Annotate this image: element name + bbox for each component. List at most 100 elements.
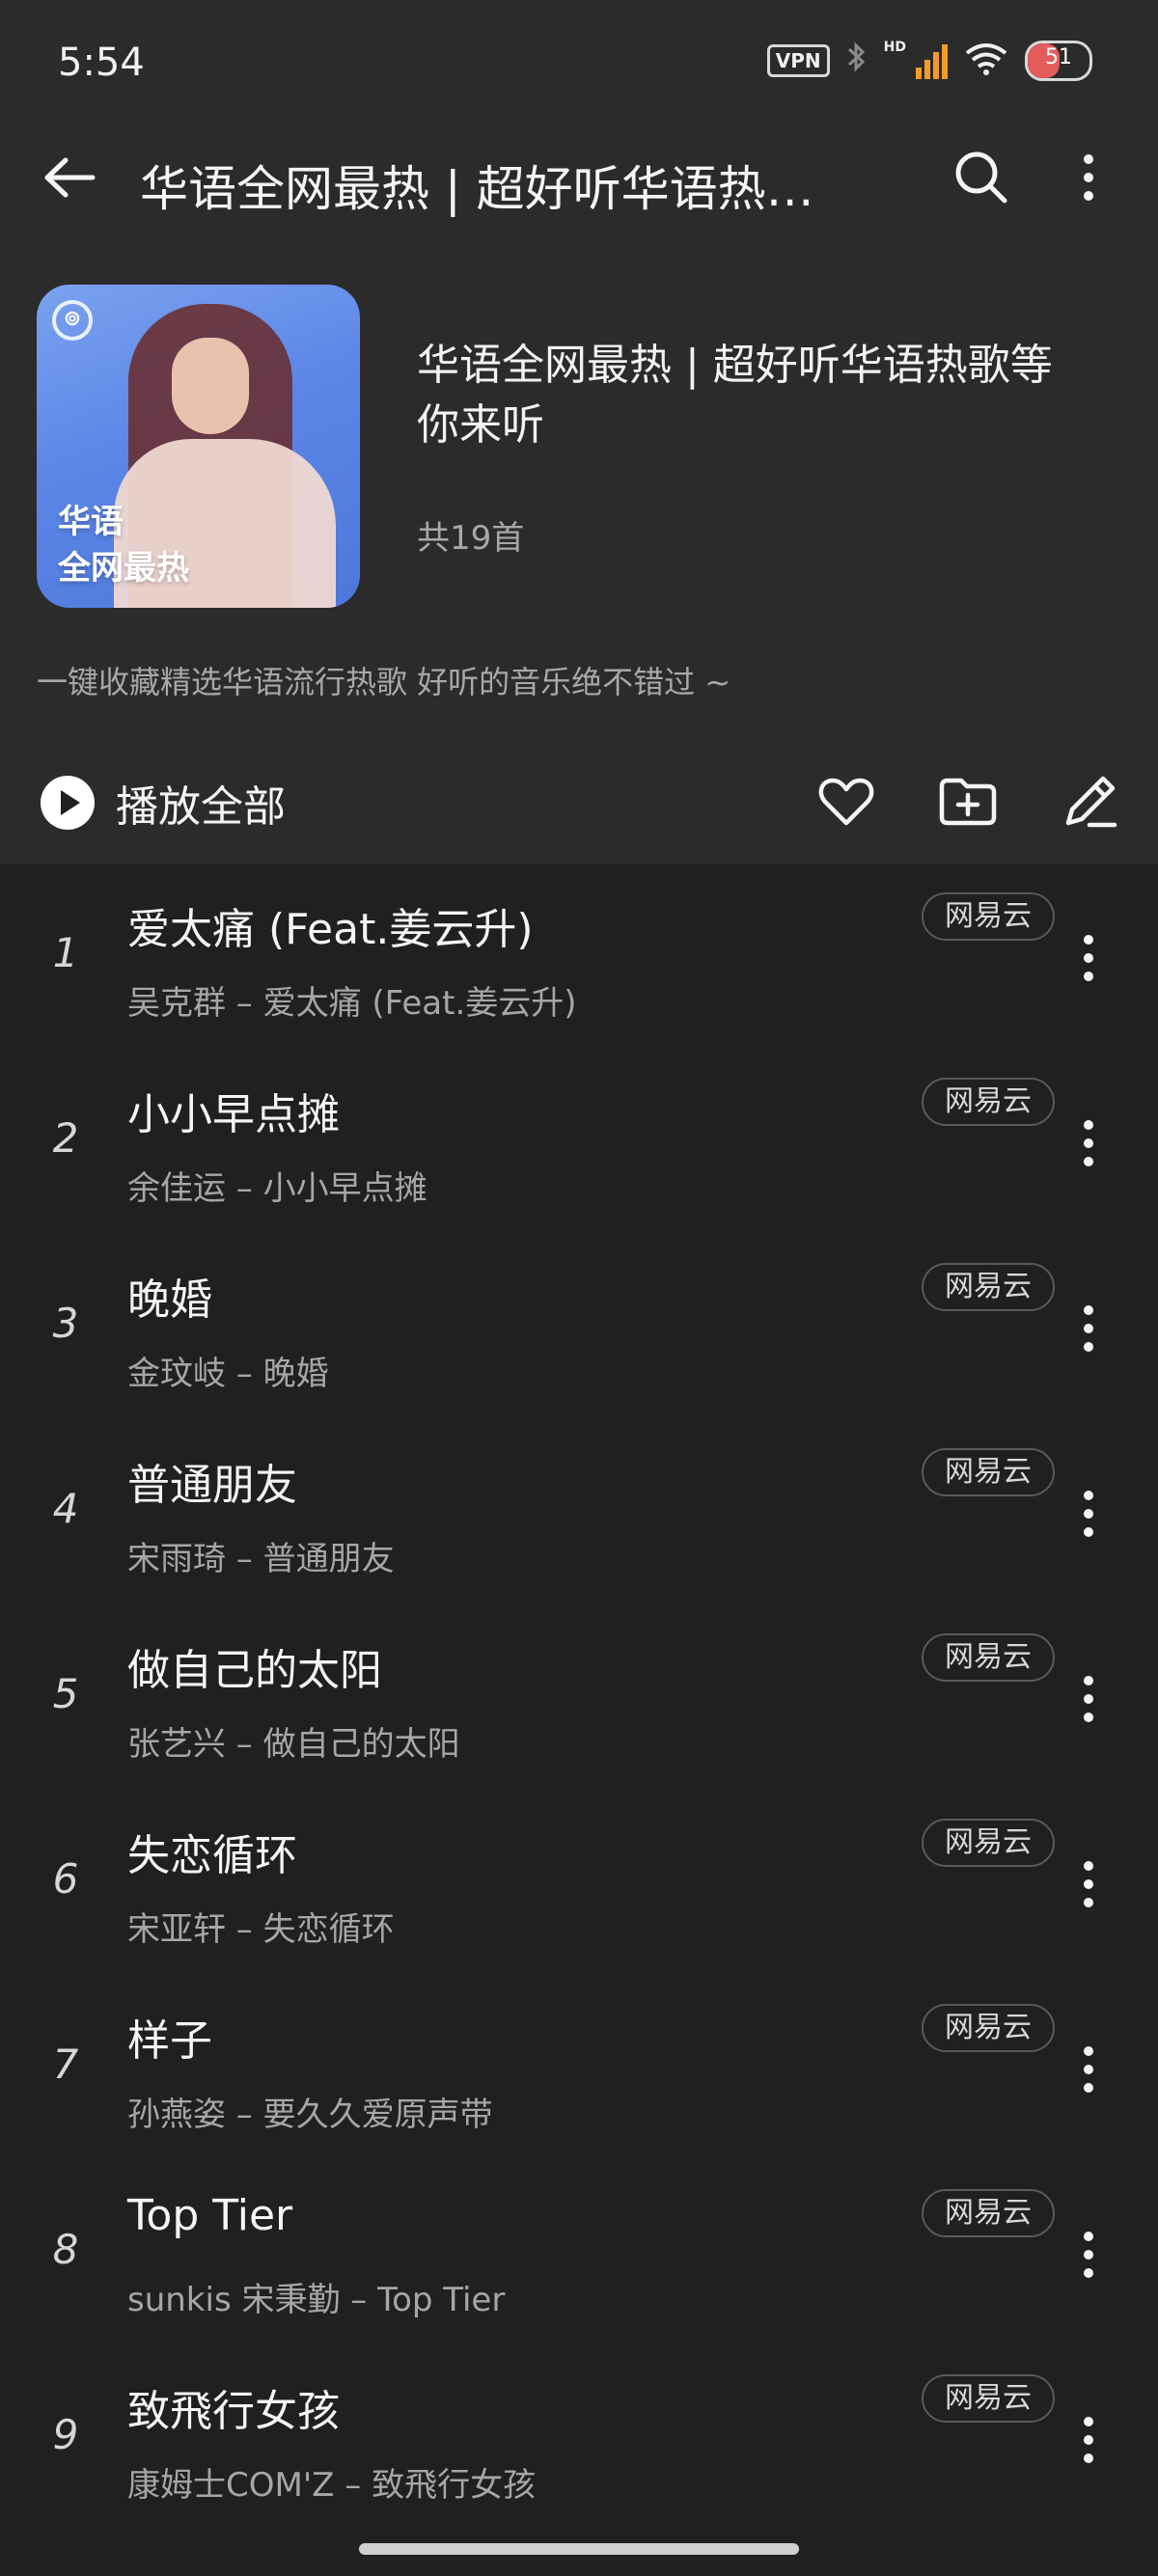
song-row[interactable]: 9 致飛行女孩 康姆士COM'Z – 致飛行女孩 网易云 <box>0 2345 1158 2531</box>
play-all-label: 播放全部 <box>116 782 286 832</box>
playlist-title: 华语全网最热 | 超好听华语热歌等你来听 <box>417 341 1053 450</box>
source-badge: 网易云 <box>922 892 1055 941</box>
cover-art-face <box>172 338 249 434</box>
song-row[interactable]: 4 普通朋友宋雨琦 – 普通朋友 网易云 <box>0 1419 1158 1604</box>
song-more-button[interactable] <box>1069 1668 1108 1730</box>
song-artist-album: 张艺兴 – 做自己的太阳 <box>127 1725 460 1764</box>
song-more-button[interactable] <box>1069 927 1108 989</box>
song-more-button[interactable] <box>1069 2224 1108 2286</box>
vpn-icon: VPN <box>766 44 830 77</box>
song-more-button[interactable] <box>1069 1853 1108 1915</box>
more-vertical-icon <box>1084 935 1093 981</box>
song-artist-album: 金玟岐 – 晚婚 <box>127 1355 329 1393</box>
song-title: 晚婚 <box>127 1275 212 1325</box>
song-index: 9 <box>52 2411 79 2458</box>
source-badge: 网易云 <box>922 2374 1055 2423</box>
song-row[interactable]: 3 晚婚金玟岐 – 晚婚 网易云 <box>0 1234 1158 1419</box>
source-badge: 网易云 <box>922 1263 1055 1311</box>
song-index: 6 <box>52 1855 79 1903</box>
source-badge: 网易云 <box>922 1633 1055 1682</box>
status-icons: VPN HD 51 <box>766 40 1092 81</box>
netease-logo-icon: ⊚ <box>52 300 93 341</box>
edit-button[interactable] <box>1056 768 1123 836</box>
search-icon <box>955 151 1007 204</box>
song-more-button[interactable] <box>1069 1483 1108 1545</box>
more-vertical-icon <box>1084 1861 1093 1907</box>
page-title: 华语全网最热 | 超好听华语热… <box>140 161 814 217</box>
song-index: 8 <box>52 2226 79 2273</box>
song-row[interactable]: 5 做自己的太阳张艺兴 – 做自己的太阳 网易云 <box>0 1604 1158 1790</box>
song-row[interactable]: 2 小小早点摊 余佳运 – 小小早点摊 网易云 <box>0 1049 1158 1234</box>
song-index: 2 <box>52 1114 79 1162</box>
song-row[interactable]: 6 失恋循环宋亚轩 – 失恋循环 网易云 <box>0 1790 1158 1975</box>
more-vertical-icon <box>1084 1305 1093 1352</box>
play-icon <box>41 776 95 830</box>
song-more-button[interactable] <box>1069 2409 1108 2471</box>
heart-icon <box>818 778 874 826</box>
action-row: 播放全部 <box>0 753 1158 849</box>
playlist-description: 一键收藏精选华语流行热歌 好听的音乐绝不错过 ~ <box>37 664 731 700</box>
more-vertical-icon <box>1084 2417 1093 2463</box>
song-more-button[interactable] <box>1069 1112 1108 1174</box>
song-more-button[interactable] <box>1069 1298 1108 1359</box>
song-artist-album: 宋雨琦 – 普通朋友 <box>127 1540 395 1578</box>
song-title: 小小早点摊 <box>127 1090 340 1139</box>
play-all-button[interactable]: 播放全部 <box>41 772 286 834</box>
more-options-button[interactable] <box>1062 147 1116 208</box>
more-vertical-icon <box>1084 1491 1093 1537</box>
song-title: 普通朋友 <box>127 1461 297 1510</box>
more-vertical-icon <box>1084 2046 1093 2093</box>
song-index: 7 <box>52 2041 79 2088</box>
playlist-count: 共19首 <box>417 519 525 558</box>
more-vertical-icon <box>1084 2232 1093 2278</box>
home-indicator[interactable] <box>359 2543 799 2555</box>
battery-icon: 51 <box>1025 41 1092 81</box>
more-vertical-icon <box>1084 154 1093 201</box>
song-row[interactable]: 1 爱太痛 (Feat.姜云升) 吴克群 – 爱太痛 (Feat.姜云升) 网易云 <box>0 863 1158 1049</box>
cover-text: 华语 全网最热 <box>58 499 189 591</box>
song-artist-album: 孙燕姿 – 要久久爱原声带 <box>127 2096 493 2134</box>
song-more-button[interactable] <box>1069 2039 1108 2100</box>
source-badge: 网易云 <box>922 1078 1055 1126</box>
wifi-icon <box>963 41 1009 80</box>
song-title: 致飛行女孩 <box>127 2387 340 2436</box>
battery-level: 51 <box>1045 45 1072 69</box>
arrow-left-icon <box>44 157 96 198</box>
folder-add-icon <box>939 778 997 826</box>
cover-text-line1: 华语 <box>58 503 124 541</box>
source-badge: 网易云 <box>922 2004 1055 2052</box>
song-title: Top Tier <box>127 2191 293 2240</box>
edit-icon <box>1065 776 1117 828</box>
song-row[interactable]: 7 样子孙燕姿 – 要久久爱原声带 网易云 <box>0 1975 1158 2160</box>
status-time: 5:54 <box>58 41 145 85</box>
song-title: 样子 <box>127 2016 212 2066</box>
back-button[interactable] <box>39 147 100 208</box>
song-index: 3 <box>52 1300 79 1347</box>
search-button[interactable] <box>951 147 1012 208</box>
top-app-bar: 华语全网最热 | 超好听华语热… <box>0 125 1158 241</box>
hd-icon: HD <box>883 40 906 55</box>
cover-text-line2: 全网最热 <box>58 549 189 588</box>
song-index: 4 <box>52 1485 79 1532</box>
song-title: 做自己的太阳 <box>127 1646 382 1695</box>
add-to-folder-button[interactable] <box>934 768 1002 836</box>
song-title: 爱太痛 (Feat.姜云升) <box>127 905 534 954</box>
source-badge: 网易云 <box>922 1819 1055 1867</box>
more-vertical-icon <box>1084 1676 1093 1722</box>
source-badge: 网易云 <box>922 2189 1055 2237</box>
more-vertical-icon <box>1084 1120 1093 1166</box>
song-index: 5 <box>52 1670 79 1717</box>
song-row[interactable]: 8 Top Tier sunkis 宋秉勤 – Top Tier 网易云 <box>0 2160 1158 2345</box>
song-title: 失恋循环 <box>127 1831 297 1880</box>
signal-icon <box>916 42 948 79</box>
song-index: 1 <box>52 929 79 976</box>
song-list: 1 爱太痛 (Feat.姜云升) 吴克群 – 爱太痛 (Feat.姜云升) 网易云 2 小… <box>0 863 1158 2531</box>
favorite-button[interactable] <box>813 768 880 836</box>
song-artist-album: 吴克群 – 爱太痛 (Feat.姜云升) <box>127 984 577 1023</box>
song-artist-album: sunkis 宋秉勤 – Top Tier <box>127 2281 506 2319</box>
song-artist-album: 宋亚轩 – 失恋循环 <box>127 1910 395 1949</box>
source-badge: 网易云 <box>922 1448 1055 1496</box>
playlist-cover[interactable]: ⊚ 华语 全网最热 <box>37 285 360 608</box>
status-bar: 5:54 VPN HD 51 <box>0 0 1158 125</box>
bluetooth-icon <box>845 41 868 81</box>
